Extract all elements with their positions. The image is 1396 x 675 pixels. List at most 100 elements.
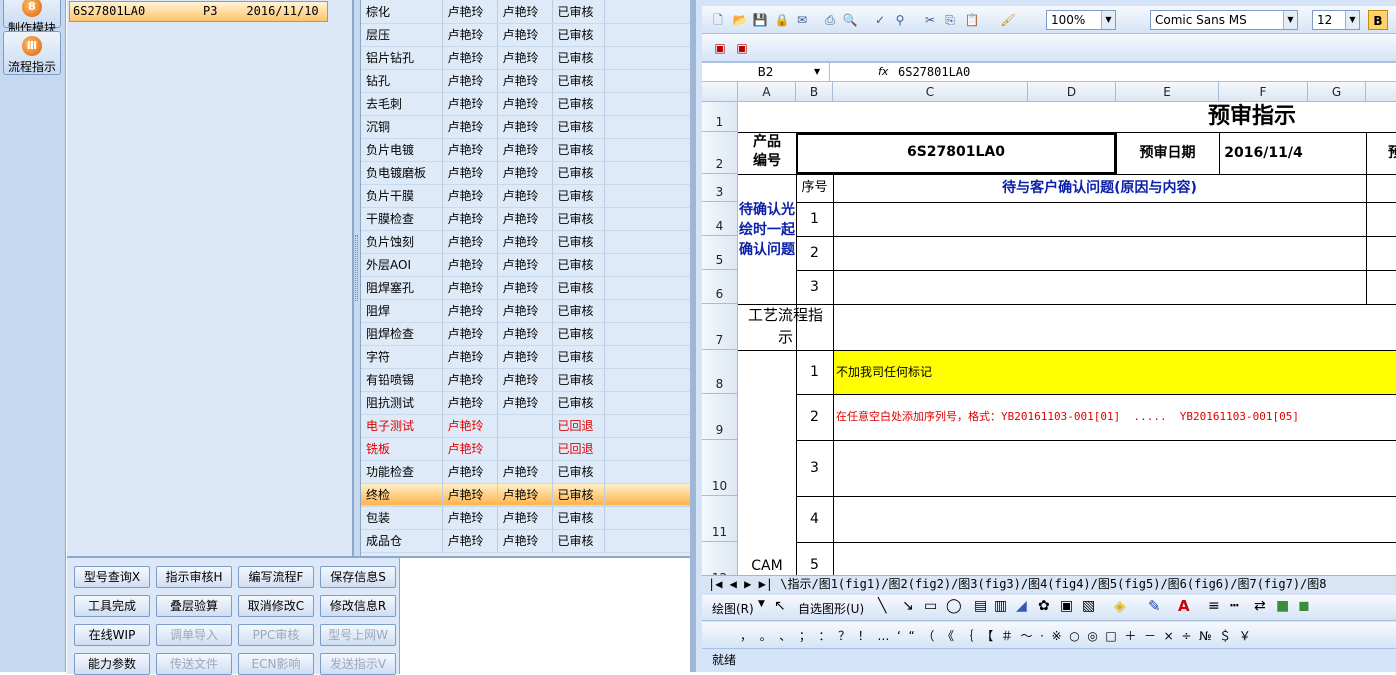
format-painter-icon[interactable]: 🖌 — [1000, 12, 1016, 28]
diagram-icon[interactable]: ✿ — [1038, 598, 1050, 614]
process-row[interactable]: 负片蚀刻 卢艳玲 卢艳玲 已审核 — [361, 230, 691, 254]
zoom-select[interactable]: 100% ▼ — [1046, 10, 1116, 30]
pending-num-2[interactable]: 2 — [796, 236, 833, 270]
symbol-list[interactable]: ， 。 、 ； ： ？ ！ … ‘ “ （ 《 ｛ 【 ＃ ～ · ※ ○ ◎ … — [740, 627, 1251, 644]
pending-num-1[interactable]: 1 — [796, 202, 833, 236]
line-style-icon[interactable]: ≡ — [1208, 598, 1220, 614]
cam-label[interactable]: CAM — [738, 558, 796, 574]
col-header-d[interactable]: D — [1028, 82, 1116, 102]
sheet-tabs[interactable]: |◀ ◀ ▶ ▶| \指示/图1(fig1)/图2(fig2)/图3(fig3)… — [702, 575, 1396, 593]
copy-icon[interactable]: ⎘ — [942, 12, 958, 28]
fill-color-icon[interactable]: ◈ — [1114, 597, 1126, 615]
import-order-button[interactable]: 调单导入 — [156, 624, 232, 646]
autoshape-menu[interactable]: 自选图形(U) — [798, 600, 864, 617]
write-process-button[interactable]: 编写流程F — [238, 566, 314, 588]
font-name-select[interactable]: Comic Sans MS ▼ — [1150, 10, 1298, 30]
instr-num-3[interactable]: 3 — [796, 440, 833, 496]
select-all-corner[interactable] — [702, 82, 738, 102]
row-header-2[interactable]: 2 — [702, 132, 738, 174]
process-row[interactable]: 去毛刺 卢艳玲 卢艳玲 已审核 — [361, 92, 691, 116]
process-row[interactable]: 终检 卢艳玲 卢艳玲 已审核 — [361, 483, 691, 507]
col-header-a[interactable]: A — [738, 82, 796, 102]
bold-button[interactable]: B — [1368, 10, 1388, 30]
instr-num-1[interactable]: 1 — [796, 350, 833, 394]
wordart-icon[interactable]: ◢ — [1016, 598, 1027, 614]
process-row[interactable]: 外层AOI 卢艳玲 卢艳玲 已审核 — [361, 253, 691, 277]
pending-num-3[interactable]: 3 — [796, 270, 833, 304]
pdf-convert-icon[interactable]: ▣ — [712, 40, 728, 56]
product-code-cell[interactable]: 6S27801LA0 — [796, 133, 1116, 174]
textbox-icon[interactable]: ▤ — [974, 598, 987, 614]
3d-icon[interactable]: ◼ — [1298, 598, 1310, 614]
model-online-button[interactable]: 型号上网W — [320, 624, 396, 646]
make-module-button[interactable]: 8 制作模块 — [3, 0, 61, 35]
edit-info-button[interactable]: 修改信息R — [320, 595, 396, 617]
save-info-button[interactable]: 保存信息S — [320, 566, 396, 588]
row-header-10[interactable]: 10 — [702, 440, 738, 496]
spelling-icon[interactable]: ✓ — [872, 12, 888, 28]
picture-icon[interactable]: ▧ — [1082, 598, 1095, 614]
instr-num-2[interactable]: 2 — [796, 394, 833, 440]
formula-input[interactable]: 6S27801LA0 — [898, 63, 970, 81]
font-color-icon[interactable]: A — [1178, 597, 1190, 615]
zoom-dropdown-icon[interactable]: ▼ — [1101, 11, 1115, 29]
process-row[interactable]: 功能检查 卢艳玲 卢艳玲 已审核 — [361, 460, 691, 484]
process-row[interactable]: 阻焊 卢艳玲 卢艳玲 已审核 — [361, 299, 691, 323]
instruction-2-text[interactable]: 在任意空白处添加序列号，格式：YB20161103-001[01] ..... … — [836, 394, 1299, 440]
cancel-edit-button[interactable]: 取消修改C — [238, 595, 314, 617]
col-header-b[interactable]: B — [796, 82, 833, 102]
ppc-review-button[interactable]: PPC审核 — [238, 624, 314, 646]
seq-label[interactable]: 序号 — [796, 174, 833, 202]
save-icon[interactable]: 💾 — [752, 12, 768, 28]
process-row[interactable]: 铣板 卢艳玲 已回退 — [361, 437, 691, 461]
process-row[interactable]: 钻孔 卢艳玲 卢艳玲 已审核 — [361, 69, 691, 93]
font-size-dropdown-icon[interactable]: ▼ — [1345, 11, 1359, 29]
col-header-g[interactable]: G — [1308, 82, 1366, 102]
oval-icon[interactable]: ◯ — [946, 598, 962, 614]
row-header-7[interactable]: 7 — [702, 304, 738, 350]
process-row[interactable]: 负片干膜 卢艳玲 卢艳玲 已审核 — [361, 184, 691, 208]
process-label[interactable]: 工艺流程指示 — [738, 304, 833, 350]
cut-icon[interactable]: ✂ — [922, 12, 938, 28]
row-header-1[interactable]: 1 — [702, 102, 738, 132]
process-row[interactable]: 负片电镀 卢艳玲 卢艳玲 已审核 — [361, 138, 691, 162]
print-preview-icon[interactable]: 🔍 — [842, 12, 858, 28]
research-icon[interactable]: ⚲ — [892, 12, 908, 28]
select-pointer-icon[interactable]: ↖ — [774, 598, 786, 614]
pdf-email-icon[interactable]: ▣ — [734, 40, 750, 56]
paste-icon[interactable]: 📋 — [964, 12, 980, 28]
online-wip-button[interactable]: 在线WIP — [74, 624, 150, 646]
row-header-4[interactable]: 4 — [702, 202, 738, 236]
row-header-5[interactable]: 5 — [702, 236, 738, 270]
instr-num-4[interactable]: 4 — [796, 496, 833, 542]
draw-dropdown-icon[interactable]: ▼ — [758, 599, 765, 609]
shadow-icon[interactable]: ■ — [1276, 598, 1289, 614]
product-list-row-selected[interactable]: 6S27801LA0 P3 2016/11/10 — [69, 1, 328, 22]
process-row[interactable]: 阻抗测试 卢艳玲 卢艳玲 已审核 — [361, 391, 691, 415]
fx-icon[interactable]: fx — [878, 63, 888, 81]
row-header-9[interactable]: 9 — [702, 394, 738, 440]
permission-icon[interactable]: 🔒 — [774, 12, 790, 28]
italic-button[interactable]: I — [1392, 12, 1396, 28]
row-header-12[interactable]: 12 — [702, 542, 738, 575]
process-row[interactable]: 铝片钻孔 卢艳玲 卢艳玲 已审核 — [361, 46, 691, 70]
product-code-label[interactable]: 产品编号 — [738, 133, 796, 174]
draw-menu[interactable]: 绘图(R) — [712, 600, 754, 617]
arrow-style-icon[interactable]: ⇄ — [1254, 598, 1266, 614]
line-color-icon[interactable]: ✎ — [1148, 597, 1161, 615]
process-row[interactable]: 阻焊检查 卢艳玲 卢艳玲 已审核 — [361, 322, 691, 346]
tool-complete-button[interactable]: 工具完成 — [74, 595, 150, 617]
row-header-8[interactable]: 8 — [702, 350, 738, 394]
process-row[interactable]: 有铅喷锡 卢艳玲 卢艳玲 已审核 — [361, 368, 691, 392]
open-folder-icon[interactable]: 📂 — [732, 12, 748, 28]
col-header-f[interactable]: F — [1219, 82, 1308, 102]
instruction-review-button[interactable]: 指示审核H — [156, 566, 232, 588]
process-row[interactable]: 干膜检查 卢艳玲 卢艳玲 已审核 — [361, 207, 691, 231]
rectangle-icon[interactable]: ▭ — [924, 598, 937, 614]
process-row[interactable]: 包装 卢艳玲 卢艳玲 已审核 — [361, 506, 691, 530]
font-name-dropdown-icon[interactable]: ▼ — [1283, 11, 1297, 29]
instruction-1-text[interactable]: 不加我司任何标记 — [836, 350, 932, 394]
name-box[interactable]: B2 — [702, 63, 830, 81]
instr-num-5[interactable]: 5 — [796, 542, 833, 575]
font-size-select[interactable]: 12 ▼ — [1312, 10, 1360, 30]
